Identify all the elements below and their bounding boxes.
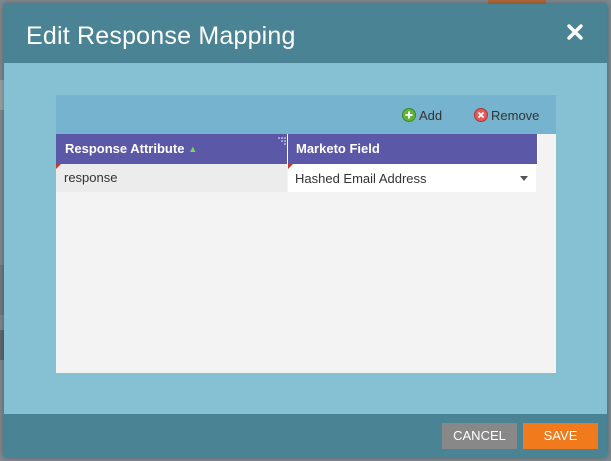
column-header-label: Response Attribute — [65, 141, 185, 156]
sort-icon: ▲ — [188, 144, 198, 154]
edit-response-mapping-dialog: Edit Response Mapping Add Remove Respons… — [4, 4, 607, 457]
modified-marker — [288, 164, 293, 169]
cancel-button[interactable]: CANCEL — [442, 423, 517, 449]
column-resize-grip-icon[interactable] — [278, 137, 286, 145]
mapping-panel: Add Remove Response Attribute ▲ Marketo … — [56, 95, 556, 373]
panel-toolbar: Add Remove — [56, 95, 556, 134]
plus-circle-icon — [402, 108, 416, 122]
marketo-field-value: Hashed Email Address — [295, 171, 427, 186]
remove-button[interactable]: Remove — [474, 106, 539, 124]
column-header-response-attribute[interactable]: Response Attribute ▲ — [56, 134, 287, 164]
x-circle-icon — [474, 108, 488, 122]
remove-label: Remove — [491, 107, 540, 123]
marketo-field-select[interactable]: Hashed Email Address — [288, 164, 536, 192]
column-header-label: Marketo Field — [296, 141, 380, 156]
add-button[interactable]: Add — [402, 106, 442, 124]
chevron-down-icon[interactable] — [520, 176, 528, 181]
add-label: Add — [419, 107, 443, 123]
table-row: response Hashed Email Address — [56, 164, 538, 192]
response-attribute-cell[interactable]: response — [56, 164, 287, 192]
modified-marker — [56, 164, 61, 169]
dialog-title: Edit Response Mapping — [26, 22, 296, 50]
grid-header: Response Attribute ▲ Marketo Field — [56, 134, 538, 164]
dialog-header: Edit Response Mapping — [4, 4, 607, 63]
dialog-footer: CANCEL SAVE — [4, 414, 607, 457]
column-header-marketo-field[interactable]: Marketo Field — [288, 134, 537, 164]
close-icon — [567, 24, 583, 40]
column-separator — [537, 134, 538, 164]
close-button[interactable] — [563, 20, 587, 44]
response-attribute-value: response — [64, 170, 118, 185]
save-button[interactable]: SAVE — [523, 423, 598, 449]
